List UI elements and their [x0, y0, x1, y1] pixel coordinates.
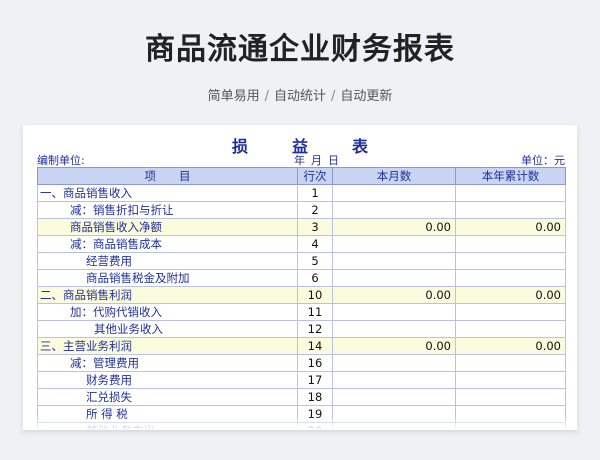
row-line-cell[interactable]: 2 — [297, 201, 333, 219]
table-body: 一、商品销售收入 1 减：销售折扣与折让 2 商品销售收入净额 3 0.00 0.00 减：商品… — [37, 184, 566, 430]
tagline-item: 自动统计 — [273, 89, 326, 104]
table-row: 加：代购代销收入 11 — [37, 303, 566, 321]
row-month-cell[interactable] — [332, 388, 456, 406]
row-year-cell[interactable] — [455, 303, 566, 321]
date-month-label: 月 — [311, 154, 322, 167]
row-month-cell[interactable] — [332, 354, 456, 372]
row-line-cell[interactable]: 1 — [297, 184, 333, 202]
column-header-year: 本年累计数 — [455, 167, 566, 185]
row-month-cell[interactable]: 0.00 — [332, 218, 456, 236]
row-year-cell[interactable] — [455, 371, 566, 389]
row-year-cell[interactable] — [455, 235, 566, 253]
row-item-cell[interactable]: 减：销售折扣与折让 — [37, 201, 298, 219]
row-year-cell[interactable] — [455, 201, 566, 219]
row-month-cell[interactable] — [332, 320, 456, 338]
tagline-item: 自动更新 — [340, 89, 393, 104]
row-month-cell[interactable] — [332, 371, 456, 389]
date-year-label: 年 — [294, 154, 305, 167]
row-line-cell[interactable]: 5 — [297, 252, 333, 270]
table-row: 商品销售收入净额 3 0.00 0.00 — [37, 218, 566, 236]
row-line-cell[interactable]: 14 — [297, 337, 333, 355]
row-line-cell[interactable]: 4 — [297, 235, 333, 253]
row-year-cell[interactable]: 0.00 — [455, 337, 566, 355]
row-item-cell[interactable]: 其他业务收入 — [37, 320, 298, 338]
table-row: 二、商品销售利润 10 0.00 0.00 — [37, 286, 566, 304]
row-year-cell[interactable]: 0.00 — [455, 218, 566, 236]
column-header-month: 本月数 — [332, 167, 456, 185]
row-item-cell[interactable]: 二、商品销售利润 — [37, 286, 298, 304]
row-month-cell[interactable]: 0.00 — [332, 286, 456, 304]
table-header-row: 项 目 行次 本月数 本年累计数 — [37, 167, 566, 185]
row-year-cell[interactable] — [455, 184, 566, 202]
report-sheet: 损益表 编制单位: 年月日 单位：元 项 目 行次 本月数 本年累计数 一、商品… — [23, 125, 577, 430]
page-title: 商品流通企业财务报表 — [145, 32, 455, 67]
row-line-cell[interactable]: 17 — [297, 371, 333, 389]
row-line-cell[interactable]: 3 — [297, 218, 333, 236]
preparer-label: 编制单位: — [37, 154, 85, 167]
row-line-cell[interactable]: 16 — [297, 354, 333, 372]
table-row: 商品销售税金及附加 6 — [37, 269, 566, 287]
row-line-cell[interactable]: 18 — [297, 388, 333, 406]
date-day-label: 日 — [328, 154, 339, 167]
table-row: 减：商品销售成本 4 — [37, 235, 566, 253]
row-item-cell[interactable]: 加：代购代销收入 — [37, 303, 298, 321]
table-row: 财务费用 17 — [37, 371, 566, 389]
table-row: 三、主营业务利润 14 0.00 0.00 — [37, 337, 566, 355]
table-row: 减：销售折扣与折让 2 — [37, 201, 566, 219]
table-row: 经营费用 5 — [37, 252, 566, 270]
row-month-cell[interactable] — [332, 201, 456, 219]
currency-unit: 单位：元 — [521, 154, 565, 167]
table-row: 减：管理费用 16 — [37, 354, 566, 372]
row-month-cell[interactable] — [332, 252, 456, 270]
row-item-cell[interactable]: 减：商品销售成本 — [37, 235, 298, 253]
row-year-cell[interactable] — [455, 269, 566, 287]
row-item-cell[interactable]: 汇兑损失 — [37, 388, 298, 406]
row-month-cell[interactable] — [332, 235, 456, 253]
row-item-cell[interactable]: 财务费用 — [37, 371, 298, 389]
row-line-cell[interactable]: 11 — [297, 303, 333, 321]
table-row: 汇兑损失 18 — [37, 388, 566, 406]
report-meta: 编制单位: 年月日 单位：元 — [37, 152, 565, 168]
row-item-cell[interactable]: 商品销售税金及附加 — [37, 269, 298, 287]
report-date: 年月日 — [294, 152, 345, 168]
row-year-cell[interactable]: 0.00 — [455, 286, 566, 304]
tagline: 简单易用 / 自动统计 / 自动更新 — [207, 89, 393, 104]
row-item-cell[interactable]: 经营费用 — [37, 252, 298, 270]
income-statement-table: 项 目 行次 本月数 本年累计数 一、商品销售收入 1 减：销售折扣与折让 2 商品销售… — [37, 167, 566, 430]
row-line-cell[interactable]: 12 — [297, 320, 333, 338]
row-item-cell[interactable]: 三、主营业务利润 — [37, 337, 298, 355]
row-month-cell[interactable] — [332, 269, 456, 287]
table-row: 其他业务收入 12 — [37, 320, 566, 338]
row-line-cell[interactable]: 10 — [297, 286, 333, 304]
table-row: 一、商品销售收入 1 — [37, 184, 566, 202]
row-month-cell[interactable]: 0.00 — [332, 337, 456, 355]
row-year-cell[interactable] — [455, 252, 566, 270]
row-item-cell[interactable]: 减：管理费用 — [37, 354, 298, 372]
row-month-cell[interactable] — [332, 303, 456, 321]
row-month-cell[interactable] — [332, 184, 456, 202]
column-header-item: 项 目 — [37, 167, 298, 185]
column-header-line: 行次 — [297, 167, 333, 185]
row-year-cell[interactable] — [455, 320, 566, 338]
row-item-cell[interactable]: 商品销售收入净额 — [37, 218, 298, 236]
row-year-cell[interactable] — [455, 354, 566, 372]
row-line-cell[interactable]: 6 — [297, 269, 333, 287]
row-year-cell[interactable] — [455, 388, 566, 406]
tagline-item: 简单易用 — [207, 89, 260, 104]
row-item-cell[interactable]: 一、商品销售收入 — [37, 184, 298, 202]
